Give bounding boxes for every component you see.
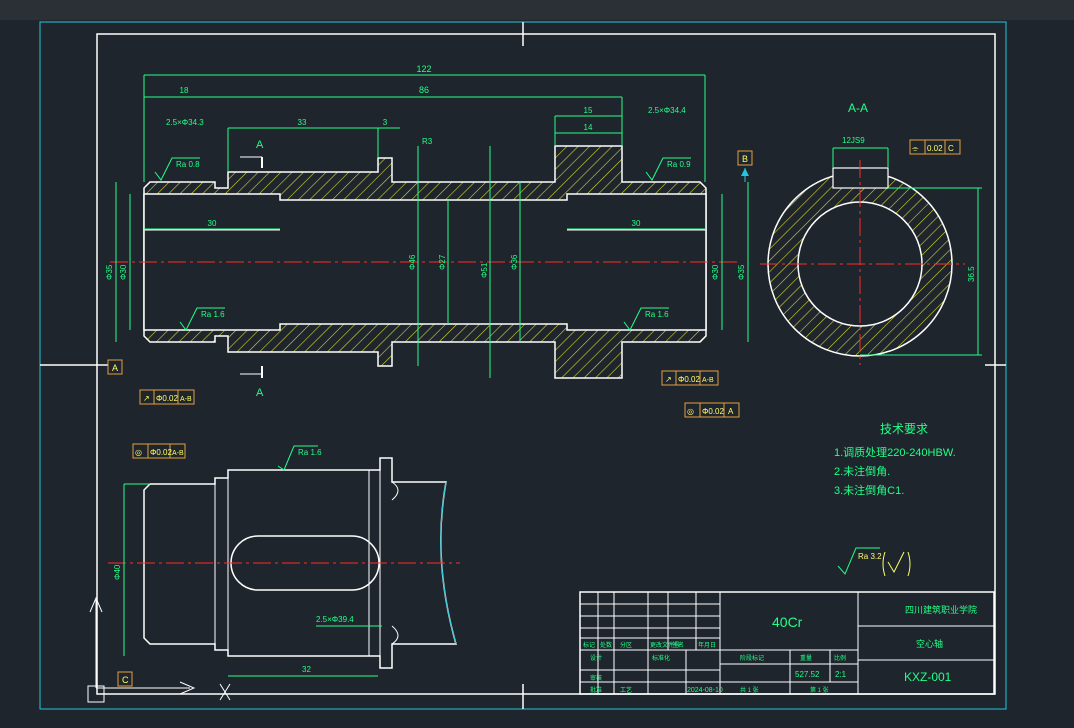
dim-dia-27: Φ27 (438, 254, 447, 270)
roughness-3: Ra 1.6 (201, 310, 225, 319)
tb-label-sheet: 第 1 张 (810, 686, 829, 694)
tb-part-name: 空心轴 (916, 638, 943, 649)
svg-text:↗: ↗ (665, 375, 672, 384)
tb-label-date: 年月日 (698, 641, 716, 649)
dim-dia-left-2: Φ30 (119, 264, 128, 280)
svg-text:Φ0.02: Φ0.02 (150, 448, 173, 457)
dim-3: 3 (383, 118, 388, 127)
svg-text:◎: ◎ (687, 407, 694, 416)
tech-req-title: 技术要求 (880, 422, 928, 436)
svg-text:A: A (728, 407, 734, 416)
datum-b: B (742, 154, 748, 164)
tb-label-total: 共 1 张 (740, 686, 759, 694)
tb-weight: 527.52 (795, 670, 820, 679)
svg-text:Φ0.02: Φ0.02 (678, 375, 701, 384)
dim-dia-46: Φ46 (408, 254, 417, 270)
svg-text:A-B: A-B (702, 377, 714, 384)
dim-groove-right: 2.5×Φ34.4 (648, 106, 686, 115)
lower-keyway-dim: 2.5×Φ39.4 (316, 615, 354, 624)
svg-text:A-B: A-B (172, 450, 184, 457)
tech-req-2: 2.未注倒角. (834, 464, 890, 478)
svg-text:Φ0.02: Φ0.02 (702, 407, 725, 416)
tb-label-review: 审核 (590, 674, 602, 682)
main-view: 122 18 86 2.5×Φ34.3 33 3 15 14 2.5×Φ34.4… (105, 64, 753, 418)
roughness-1: Ra 0.8 (176, 160, 200, 169)
tb-label-mark: 标记 (583, 641, 595, 649)
datum-a: A (112, 363, 118, 373)
dim-overall: 122 (416, 64, 431, 74)
dim-middle: 86 (419, 85, 429, 95)
dim-dia-left-1: Φ35 (105, 264, 114, 280)
dim-33: 33 (298, 118, 307, 127)
ucs-icon (87, 596, 231, 703)
tech-req-3: 3.未注倒角C1. (834, 483, 904, 497)
svg-text:Ra 3.2: Ra 3.2 (858, 552, 882, 561)
svg-text:0.02: 0.02 (927, 144, 943, 153)
svg-text:◎: ◎ (135, 448, 142, 457)
dim-dia-51: Φ51 (480, 262, 489, 278)
tolerance-frame-3: ◎ Φ0.02 A (684, 402, 740, 418)
lower-view: Ra 1.6 2.5×Φ39.4 32 Φ40 ◎ Φ0.02 A-B C (108, 443, 460, 687)
lower-tolerance: ◎ Φ0.02 A-B (132, 443, 186, 459)
section-tolerance: ⌯ 0.02 C (909, 139, 961, 155)
general-roughness: Ra 3.2 (837, 547, 911, 577)
tb-label-std: 标准化 (652, 654, 670, 662)
dim-groove-left: 2.5×Φ34.3 (166, 118, 204, 127)
svg-text:C: C (948, 144, 954, 153)
section-view: A-A 12JS9 36.5 ⌯ 0.02 C (760, 101, 982, 365)
tb-scale: 2:1 (835, 670, 847, 679)
tb-label-scale: 比例 (834, 654, 846, 662)
tolerance-frame-2: ↗ Φ0.02 A-B (661, 370, 719, 386)
tb-school: 四川建筑职业学院 (905, 604, 977, 615)
tb-label-sign: 签名 (672, 641, 684, 649)
section-title: A-A (848, 101, 868, 115)
section-mark-bottom: A (256, 387, 264, 399)
keyway-dim: 12JS9 (842, 136, 865, 145)
tb-label-stage: 阶段标记 (740, 654, 764, 662)
section-mark-top: A (256, 139, 264, 151)
dim-dia-36: Φ36 (510, 254, 519, 270)
lower-len: 32 (302, 665, 311, 674)
tech-req-1: 1.调质处理220-240HBW. (834, 446, 956, 459)
dim-dia-right-1: Φ30 (711, 264, 720, 280)
svg-text:⌯: ⌯ (912, 144, 919, 153)
roughness-4: Ra 1.6 (645, 310, 669, 319)
lower-roughness: Ra 1.6 (298, 448, 322, 457)
cad-drawing-canvas[interactable]: 122 18 86 2.5×Φ34.3 33 3 15 14 2.5×Φ34.4… (0, 0, 1074, 728)
datum-c: C (122, 675, 129, 685)
dim-bore-right: 30 (632, 219, 641, 228)
tb-label-approve: 批准 (590, 686, 602, 694)
tb-date: 2024-08-10 (687, 687, 723, 694)
tb-label-count: 处数 (600, 641, 612, 649)
tb-drawing-no: KXZ-001 (904, 670, 952, 684)
tolerance-frame-1: ↗ Φ0.02 A-B (139, 389, 195, 405)
dim-left-end: 18 (180, 86, 189, 95)
dim-15: 15 (584, 106, 593, 115)
dim-14: 14 (584, 123, 593, 132)
svg-text:Φ0.02: Φ0.02 (156, 394, 179, 403)
tb-label-design: 设计 (590, 654, 602, 662)
tb-material: 40Cr (772, 614, 803, 630)
lower-dia: Φ40 (113, 564, 122, 580)
dim-bore-left: 30 (208, 219, 217, 228)
tb-label-process: 工艺 (620, 686, 632, 694)
depth-dim: 36.5 (967, 266, 976, 282)
dim-radius: R3 (422, 137, 433, 146)
dim-dia-right-2: Φ35 (737, 264, 746, 280)
svg-text:A-B: A-B (180, 396, 192, 403)
tb-label-zone: 分区 (620, 641, 632, 649)
technical-requirements: 技术要求 1.调质处理220-240HBW. 2.未注倒角. 3.未注倒角C1. (834, 422, 956, 497)
svg-text:↗: ↗ (143, 394, 150, 403)
tb-label-weight: 重量 (800, 654, 812, 662)
roughness-2: Ra 0.9 (667, 160, 691, 169)
